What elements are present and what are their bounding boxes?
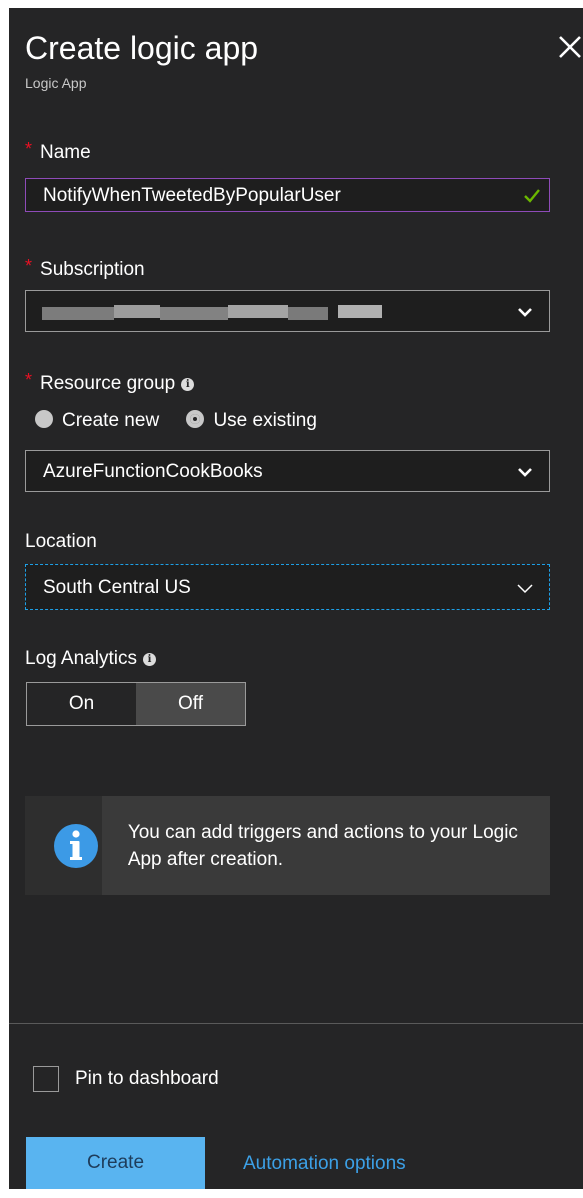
log-analytics-label: Log Analytics i (25, 648, 156, 670)
required-indicator: * (25, 370, 33, 390)
info-icon (54, 824, 98, 868)
log-analytics-toggle: On Off (26, 682, 246, 726)
info-icon[interactable]: i (142, 653, 156, 666)
log-analytics-on[interactable]: On (27, 683, 136, 725)
resource-group-value: AzureFunctionCookBooks (43, 461, 263, 482)
subscription-label: * Subscription (25, 256, 145, 280)
subscription-select[interactable] (25, 290, 550, 332)
chevron-down-icon (518, 468, 532, 477)
radio-selected-icon (186, 409, 205, 428)
required-indicator: * (25, 139, 33, 159)
pin-to-dashboard-checkbox[interactable] (33, 1066, 59, 1092)
resource-group-select[interactable]: AzureFunctionCookBooks (25, 450, 550, 492)
log-analytics-off[interactable]: Off (136, 683, 245, 725)
location-label: Location (25, 531, 97, 552)
close-icon[interactable] (557, 34, 583, 60)
info-icon-cell (25, 796, 102, 895)
info-icon[interactable]: i (181, 378, 195, 391)
chevron-down-icon (518, 308, 532, 317)
location-value: South Central US (43, 577, 191, 598)
create-logic-app-blade: Create logic app Logic App * Name NotifyW… (9, 8, 583, 1189)
pin-to-dashboard-label[interactable]: Pin to dashboard (75, 1068, 219, 1090)
footer-divider (9, 1023, 583, 1024)
automation-options-link[interactable]: Automation options (243, 1153, 406, 1175)
radio-icon (35, 409, 53, 428)
resource-group-label: * Resource group i (25, 370, 195, 395)
required-indicator: * (25, 256, 33, 276)
location-select[interactable]: South Central US (25, 564, 550, 610)
chevron-down-icon (517, 584, 533, 594)
name-input[interactable]: NotifyWhenTweetedByPopularUser (25, 178, 550, 212)
info-message-text: You can add triggers and actions to your… (127, 822, 518, 870)
radio-create-new[interactable]: Create new (35, 409, 159, 432)
info-message-box: You can add triggers and actions to your… (25, 796, 550, 895)
name-label: * Name (25, 139, 91, 163)
checkmark-icon (524, 189, 540, 203)
page-subtitle: Logic App (25, 75, 87, 91)
page-title: Create logic app (25, 30, 259, 66)
name-input-value: NotifyWhenTweetedByPopularUser (43, 185, 341, 206)
create-button[interactable]: Create (26, 1137, 205, 1189)
resource-group-mode: Create new Use existing (35, 409, 339, 432)
radio-use-existing[interactable]: Use existing (186, 409, 317, 432)
